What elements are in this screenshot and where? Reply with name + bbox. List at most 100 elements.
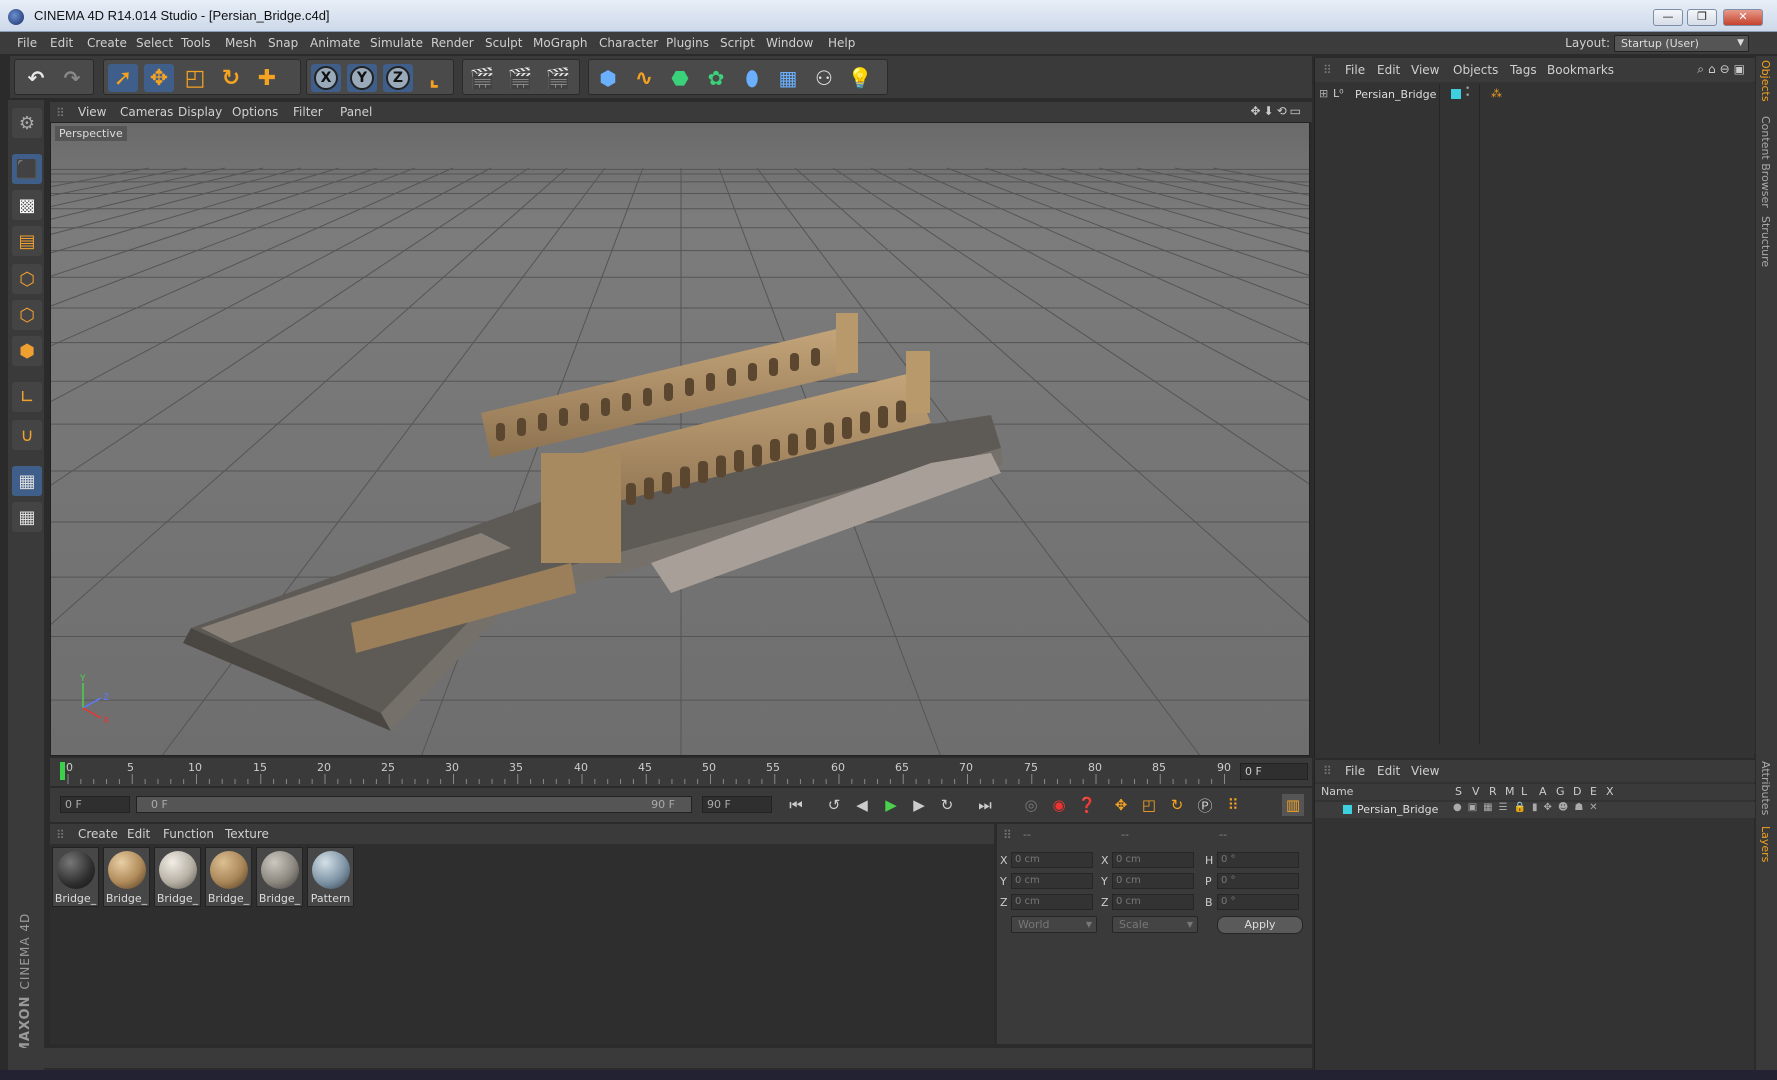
object-manager-tool-icons[interactable]: ⌕⌂⊖▣ [1697, 62, 1749, 77]
viewport-menu-panel[interactable]: Panel [340, 105, 372, 119]
rotation-h-field[interactable]: 0 ° [1217, 852, 1299, 868]
minimize-button[interactable]: — [1653, 9, 1683, 26]
column-view[interactable]: V [1472, 785, 1480, 798]
layers-menu-edit[interactable]: Edit [1377, 764, 1400, 778]
rotate-button[interactable]: ↻ [216, 64, 246, 92]
menu-edit[interactable]: Edit [50, 36, 73, 50]
column-xref[interactable]: X [1606, 785, 1614, 798]
play-button[interactable]: ▶ [880, 794, 902, 816]
live-selection-button[interactable]: ➚ [108, 64, 138, 92]
material-menu-create[interactable]: Create [78, 827, 118, 841]
material-swatch[interactable]: Pattern [307, 847, 354, 907]
menu-simulate[interactable]: Simulate [370, 36, 423, 50]
column-name[interactable]: Name [1321, 785, 1353, 798]
add-light-button[interactable]: 💡 [845, 64, 875, 92]
material-swatch[interactable]: Bridge_ [52, 847, 99, 907]
goto-end-button[interactable]: ⏭ [974, 794, 996, 816]
texture-mode-button[interactable]: ▩ [12, 190, 42, 220]
move-button[interactable]: ✥ [144, 64, 174, 92]
playhead-marker[interactable] [60, 762, 65, 780]
start-frame-field[interactable]: 0 F [60, 796, 130, 813]
key-parameter-toggle[interactable]: Ⓟ [1194, 794, 1216, 816]
next-frame-button[interactable]: ▶ [908, 794, 930, 816]
polygons-mode-button[interactable]: ⬢ [12, 336, 42, 366]
layers-menu-view[interactable]: View [1411, 764, 1439, 778]
layer-flag-icons[interactable]: ●▣▦☰🔒▮✥☻☗✕ [1453, 802, 1604, 813]
expand-icon[interactable]: ⊞ [1319, 87, 1328, 100]
column-locked[interactable]: L [1521, 785, 1527, 798]
tab-layers[interactable]: Layers [1759, 826, 1772, 862]
planar-workplane-button[interactable]: ▦ [12, 502, 42, 532]
material-swatch[interactable]: Bridge_ [256, 847, 303, 907]
current-frame-field[interactable]: 0 F [1240, 763, 1308, 780]
column-solo[interactable]: S [1455, 785, 1462, 798]
motion-record-button[interactable]: ◎ [1020, 794, 1042, 816]
material-swatch[interactable]: Bridge_ [205, 847, 252, 907]
menu-character[interactable]: Character [599, 36, 658, 50]
menu-animate[interactable]: Animate [310, 36, 360, 50]
maximize-button[interactable]: ❐ [1687, 9, 1717, 26]
next-key-button[interactable]: ↻ [936, 794, 958, 816]
add-spline-button[interactable]: ∿ [629, 64, 659, 92]
timeline-window-button[interactable]: ▥ [1282, 794, 1304, 816]
objects-menu-bookmarks[interactable]: Bookmarks [1547, 63, 1614, 77]
menu-mesh[interactable]: Mesh [225, 36, 257, 50]
menu-plugins[interactable]: Plugins [666, 36, 709, 50]
material-swatch[interactable]: Bridge_ [103, 847, 150, 907]
menu-select[interactable]: Select [136, 36, 173, 50]
key-pla-toggle[interactable]: ⠿ [1222, 794, 1244, 816]
add-floor-button[interactable]: ▦ [773, 64, 803, 92]
column-render[interactable]: R [1489, 785, 1497, 798]
coordinate-system-button[interactable]: ⌞ [419, 64, 449, 92]
visibility-dots-icon[interactable]: • • [1465, 85, 1470, 101]
add-array-button[interactable]: ✿ [701, 64, 731, 92]
size-mode-select[interactable]: Scale ▼ [1112, 916, 1198, 933]
material-menu-edit[interactable]: Edit [127, 827, 150, 841]
rotation-b-field[interactable]: 0 ° [1217, 894, 1299, 910]
autokey-button[interactable]: ❓ [1076, 794, 1098, 816]
workplane-mode-button[interactable]: ▤ [12, 226, 42, 256]
apply-button[interactable]: Apply [1217, 916, 1303, 934]
column-expressions[interactable]: E [1590, 785, 1597, 798]
tab-objects[interactable]: Objects [1759, 60, 1772, 102]
viewport-menu-options[interactable]: Options [232, 105, 278, 119]
objects-menu-tags[interactable]: Tags [1510, 63, 1537, 77]
preview-range-slider[interactable]: 0 F 90 F [136, 796, 692, 813]
menu-create[interactable]: Create [87, 36, 127, 50]
redo-button[interactable]: ↷ [57, 64, 87, 92]
coordinate-mode-select[interactable]: World ▼ [1011, 916, 1097, 933]
size-x-field[interactable]: 0 cm [1112, 852, 1194, 868]
key-position-toggle[interactable]: ✥ [1110, 794, 1132, 816]
size-y-field[interactable]: 0 cm [1112, 873, 1194, 889]
menu-window[interactable]: Window [766, 36, 813, 50]
menu-script[interactable]: Script [720, 36, 755, 50]
column-deformers[interactable]: D [1573, 785, 1581, 798]
viewport-menu-cameras[interactable]: Cameras [120, 105, 173, 119]
undo-button[interactable]: ↶ [21, 64, 51, 92]
points-mode-button[interactable]: ⬡ [12, 264, 42, 294]
viewport-menu-display[interactable]: Display [178, 105, 222, 119]
y-axis-button[interactable]: Y [347, 64, 377, 92]
material-menu-function[interactable]: Function [163, 827, 214, 841]
object-row[interactable]: ⊞ L⁰ Persian_Bridge • • ⁂ [1319, 85, 1749, 104]
render-settings-button[interactable]: 🎬 [543, 64, 573, 92]
frame-ruler[interactable]: 0 5 10 15 20 25 30 35 40 45 50 55 60 65 … [60, 758, 1240, 786]
lock-workplane-button[interactable]: ▦ [12, 466, 42, 496]
key-scale-toggle[interactable]: ◰ [1138, 794, 1160, 816]
tab-content-browser[interactable]: Content Browser [1759, 116, 1772, 208]
rotation-p-field[interactable]: 0 ° [1217, 873, 1299, 889]
size-z-field[interactable]: 0 cm [1112, 894, 1194, 910]
layer-row[interactable]: Persian_Bridge ●▣▦☰🔒▮✥☻☗✕ [1315, 802, 1755, 818]
position-z-field[interactable]: 0 cm [1011, 894, 1093, 910]
render-picture-viewer-button[interactable]: 🎬 [505, 64, 535, 92]
viewport-menu-view[interactable]: View [78, 105, 106, 119]
layout-select[interactable]: Startup (User) ▼ [1614, 35, 1749, 52]
perspective-viewport[interactable]: Y Z X Perspective [50, 122, 1310, 756]
record-keys-button[interactable]: ◉ [1048, 794, 1070, 816]
goto-start-button[interactable]: ⏮ [785, 794, 807, 816]
column-generators[interactable]: G [1556, 785, 1565, 798]
objects-menu-view[interactable]: View [1411, 63, 1439, 77]
menu-help[interactable]: Help [828, 36, 855, 50]
make-editable-button[interactable]: ⚙ [12, 108, 42, 138]
close-button[interactable]: ✕ [1723, 9, 1763, 26]
